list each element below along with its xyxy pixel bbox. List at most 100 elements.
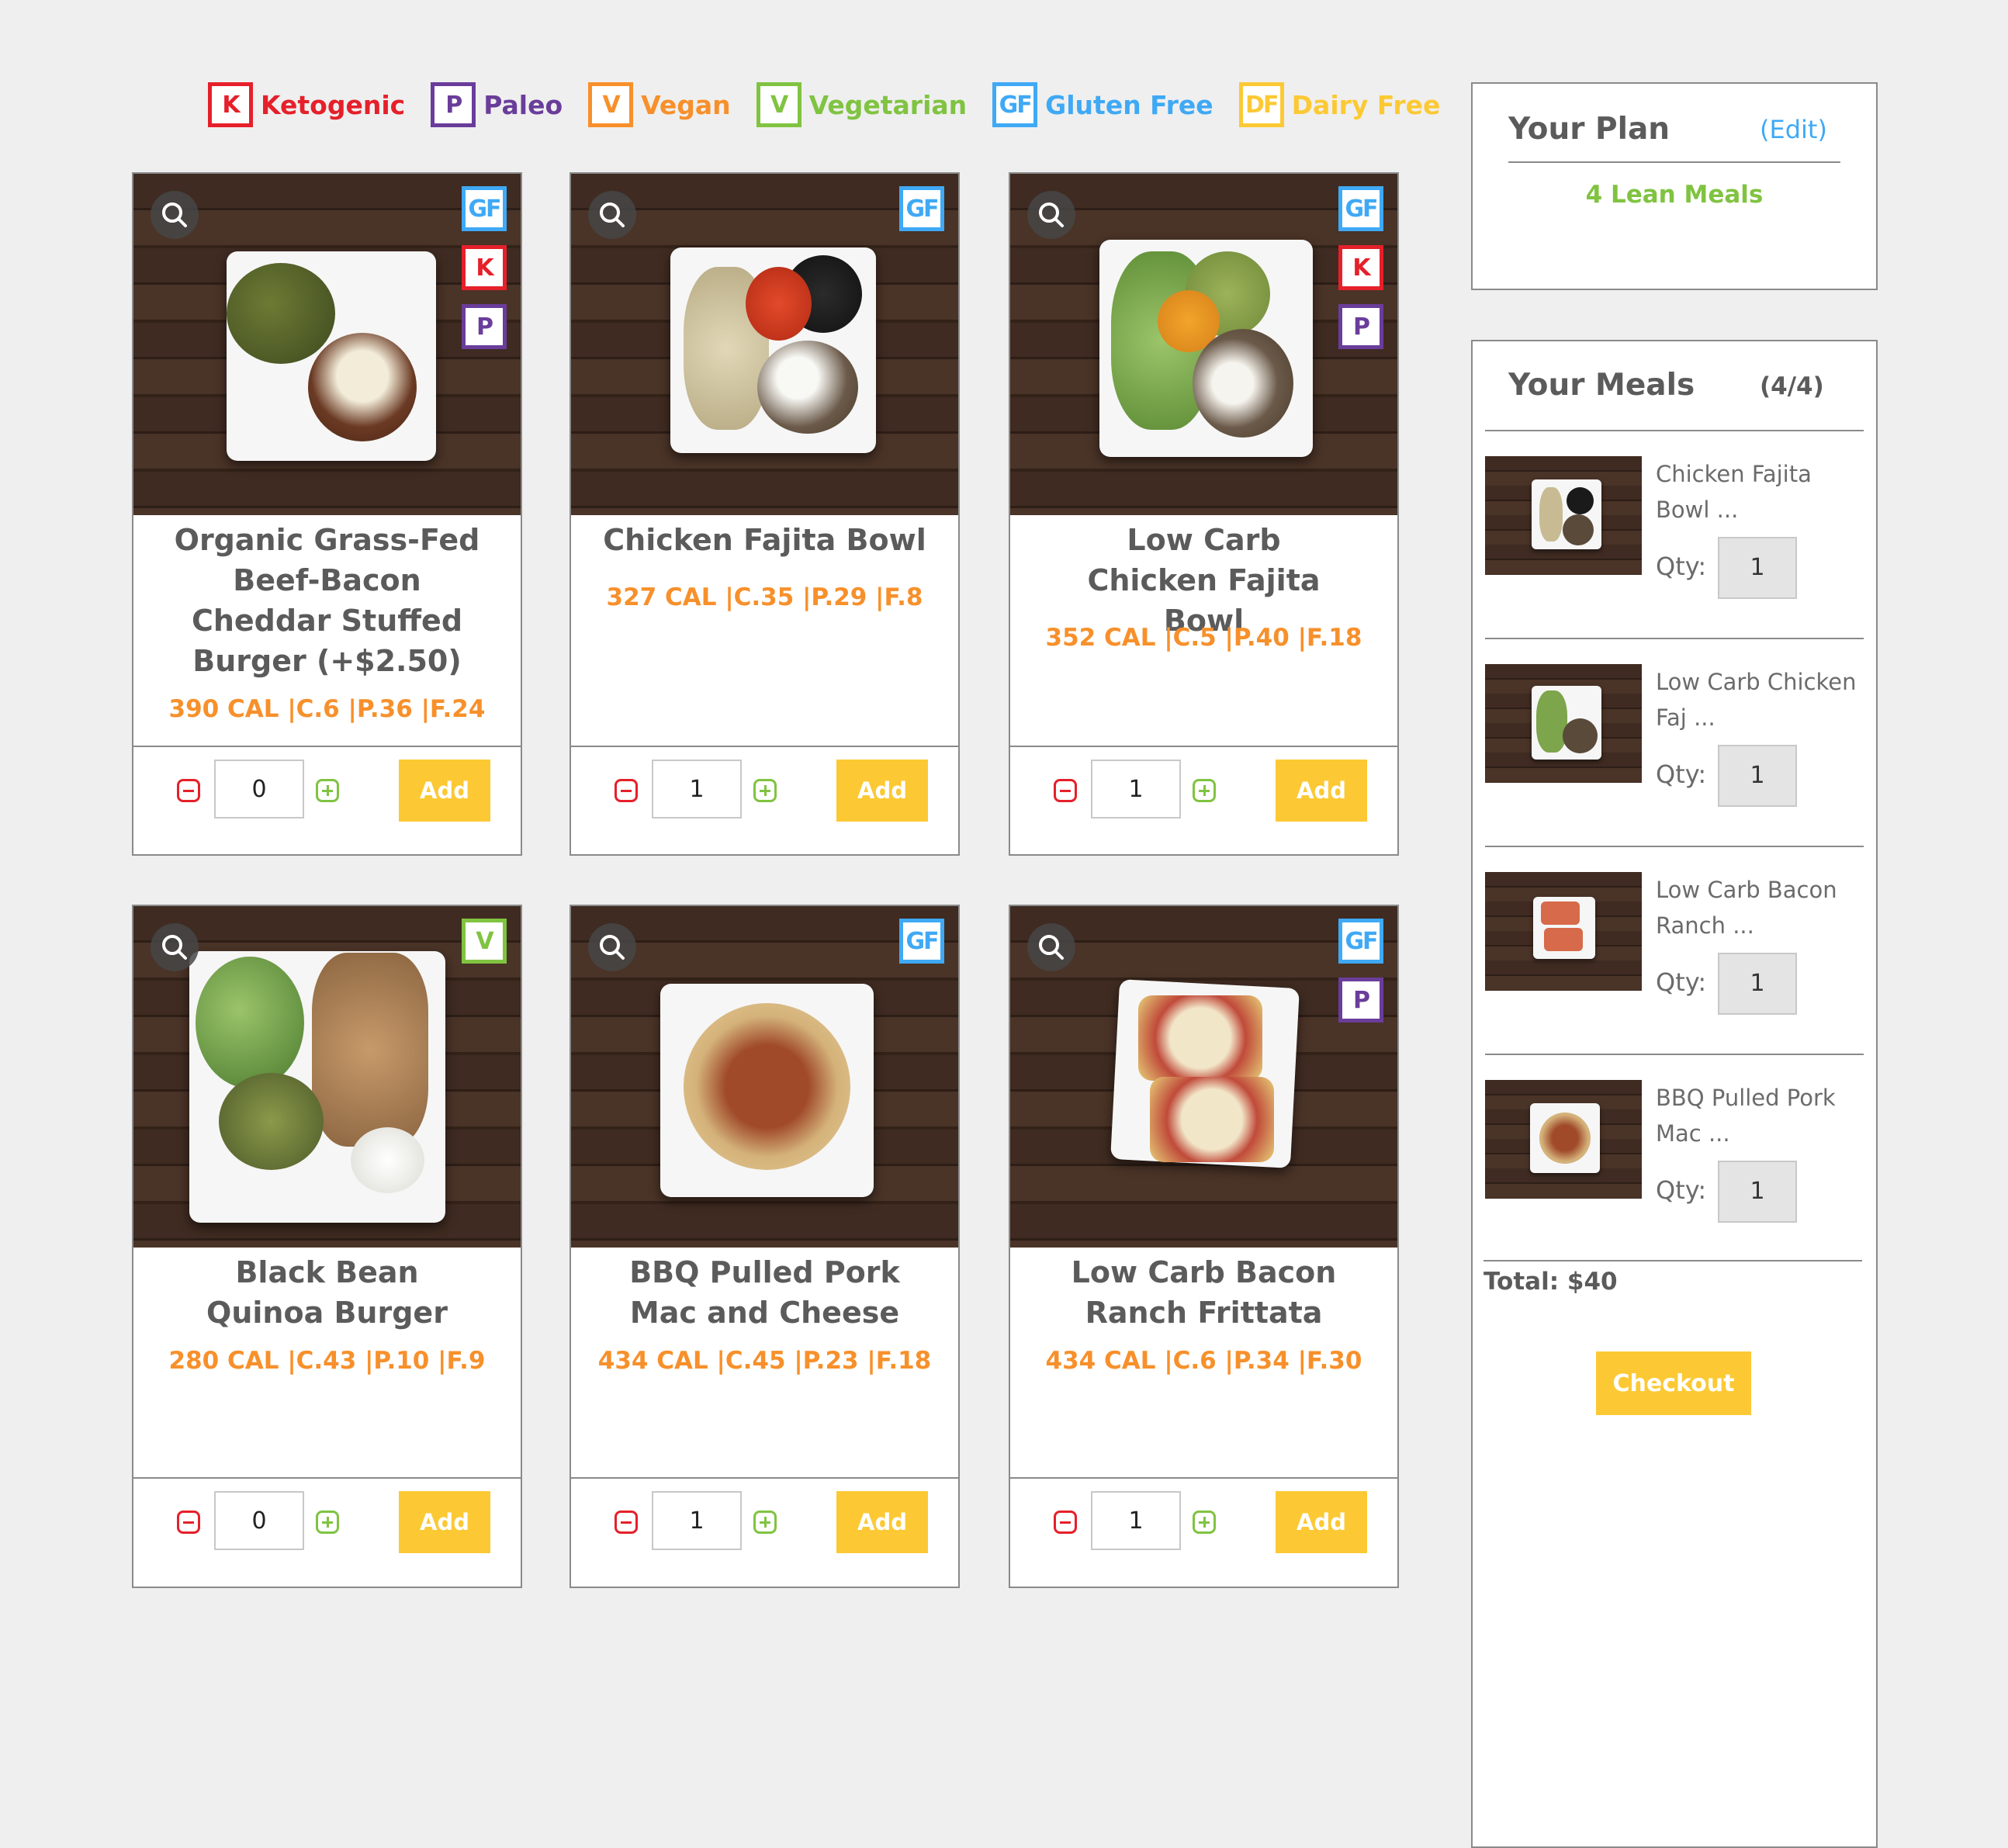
meal-macros: 434 CAL |C.6 |P.34 |F.30: [1045, 1347, 1362, 1375]
gluten-free-badge-icon: GF: [899, 919, 944, 964]
zoom-icon[interactable]: [1027, 191, 1075, 239]
qty-label: Qty:: [1656, 967, 1707, 997]
meal-macros: 434 CAL |C.45 |P.23 |F.18: [597, 1347, 932, 1375]
meal-macros: 352 CAL |C.5 |P.40 |F.18: [1045, 624, 1362, 652]
decrement-icon[interactable]: [1054, 779, 1077, 802]
increment-icon[interactable]: [316, 779, 339, 802]
meal-card-bacon-ranch-frittata: GF P Low Carb Bacon Ranch Frittata 434 C…: [1009, 905, 1399, 1588]
diet-badges: GF K P: [1338, 186, 1383, 363]
cart-qty-field[interactable]: 1: [1718, 953, 1797, 1015]
meal-card-bbq-pulled-pork-mac: GF BBQ Pulled Pork Mac and Cheese 434 CA…: [570, 905, 960, 1588]
legend-label: Dairy Free: [1291, 89, 1441, 120]
decrement-icon[interactable]: [1054, 1511, 1077, 1534]
meal-photo[interactable]: GF P: [1010, 906, 1397, 1248]
paleo-badge-icon: P: [431, 82, 476, 127]
add-button[interactable]: Add: [1276, 760, 1367, 822]
diet-badges: V: [462, 919, 507, 978]
diet-badges: GF P: [1338, 919, 1383, 1036]
legend-item-vegetarian: V Vegetarian: [756, 82, 967, 127]
zoom-icon[interactable]: [588, 923, 636, 971]
meal-card-black-bean-quinoa-burger: V Black Bean Quinoa Burger 280 CAL |C.43…: [132, 905, 522, 1588]
meal-macros: 327 CAL |C.35 |P.29 |F.8: [606, 583, 923, 611]
decrement-icon[interactable]: [615, 1511, 638, 1534]
meal-photo[interactable]: GF: [571, 174, 958, 515]
add-button[interactable]: Add: [836, 1491, 928, 1553]
decrement-icon[interactable]: [177, 779, 200, 802]
cart-qty-value: 1: [1750, 554, 1765, 581]
zoom-icon[interactable]: [1027, 923, 1075, 971]
quantity-controls: Add: [133, 746, 521, 854]
cart-divider: [1485, 1054, 1864, 1055]
meal-photo[interactable]: GF K P: [1010, 174, 1397, 515]
vegan-badge-icon: V: [588, 82, 634, 127]
cart-qty-value: 1: [1750, 1178, 1765, 1205]
cart-item: Low Carb Chicken Faj ... Qty: 1: [1473, 664, 1876, 866]
quantity-input[interactable]: [214, 1491, 304, 1550]
cart-item-name: Chicken Fajita Bowl ...: [1656, 461, 1812, 523]
gluten-free-badge-icon: GF: [1338, 919, 1383, 964]
gluten-free-badge-icon: GF: [899, 186, 944, 231]
your-meals-panel: Your Meals (4/4) Chicken Fajita Bowl ...…: [1471, 340, 1878, 1848]
quantity-input[interactable]: [1091, 760, 1181, 818]
cart-item-thumbnail: [1485, 1080, 1642, 1199]
your-plan-panel: Your Plan (Edit) 4 Lean Meals: [1471, 82, 1878, 290]
cart-qty-field[interactable]: 1: [1718, 745, 1797, 807]
cart-total: Total: $40: [1483, 1268, 1618, 1296]
cart-item-name: BBQ Pulled Pork Mac ...: [1656, 1085, 1836, 1147]
quantity-controls: Add: [133, 1477, 521, 1587]
cart-item-thumbnail: [1485, 456, 1642, 575]
cart-divider: [1485, 846, 1864, 847]
increment-icon[interactable]: [316, 1511, 339, 1534]
paleo-badge-icon: P: [462, 304, 507, 349]
add-button[interactable]: Add: [399, 760, 490, 822]
cart-item-thumbnail: [1485, 664, 1642, 783]
ketogenic-badge-icon: K: [1338, 245, 1383, 290]
meal-photo[interactable]: GF K P: [133, 174, 521, 515]
cart-qty-field[interactable]: 1: [1718, 1161, 1797, 1223]
meal-photo[interactable]: GF: [571, 906, 958, 1248]
quantity-input[interactable]: [652, 1491, 742, 1550]
meals-count: (4/4): [1760, 372, 1824, 400]
checkout-button[interactable]: Checkout: [1596, 1351, 1751, 1415]
cart-qty-field[interactable]: 1: [1718, 537, 1797, 599]
edit-plan-link[interactable]: (Edit): [1760, 115, 1827, 144]
legend-item-dairy-free: DF Dairy Free: [1238, 82, 1441, 127]
add-button[interactable]: Add: [1276, 1491, 1367, 1553]
decrement-icon[interactable]: [615, 779, 638, 802]
meal-name: Black Bean Quinoa Burger: [206, 1255, 448, 1330]
add-button[interactable]: Add: [836, 760, 928, 822]
cart-item: Chicken Fajita Bowl ... Qty: 1: [1473, 456, 1876, 658]
increment-icon[interactable]: [753, 1511, 777, 1534]
increment-icon[interactable]: [753, 779, 777, 802]
gluten-free-badge-icon: GF: [1338, 186, 1383, 231]
legend-label: Vegan: [641, 89, 731, 120]
meals-divider: [1485, 430, 1864, 431]
meal-photo[interactable]: V: [133, 906, 521, 1248]
increment-icon[interactable]: [1193, 1511, 1216, 1534]
meal-name: Chicken Fajita Bowl: [603, 523, 926, 557]
cart-item-name: Low Carb Bacon Ranch ...: [1656, 877, 1837, 939]
increment-icon[interactable]: [1193, 779, 1216, 802]
quantity-input[interactable]: [652, 760, 742, 818]
decrement-icon[interactable]: [177, 1511, 200, 1534]
quantity-controls: Add: [571, 1477, 958, 1587]
meal-card-beef-bacon-burger: GF K P Organic Grass-Fed Beef-Bacon Ched…: [132, 172, 522, 856]
vegetarian-badge-icon: V: [462, 919, 507, 964]
meals-title: Your Meals: [1508, 368, 1695, 403]
zoom-icon[interactable]: [588, 191, 636, 239]
zoom-icon[interactable]: [151, 191, 199, 239]
dairy-free-badge-icon: DF: [1238, 82, 1284, 127]
quantity-input[interactable]: [1091, 1491, 1181, 1550]
cart-item: BBQ Pulled Pork Mac ... Qty: 1: [1473, 1080, 1876, 1282]
cart-qty-value: 1: [1750, 762, 1765, 789]
qty-label: Qty:: [1656, 1175, 1707, 1205]
zoom-icon[interactable]: [151, 923, 199, 971]
ketogenic-badge-icon: K: [462, 245, 507, 290]
qty-label: Qty:: [1656, 760, 1707, 789]
add-button[interactable]: Add: [399, 1491, 490, 1553]
meal-name: Low Carb Chicken Fajita Bowl: [1087, 523, 1321, 638]
qty-label: Qty:: [1656, 552, 1707, 581]
quantity-input[interactable]: [214, 760, 304, 818]
meal-card-chicken-fajita-bowl: GF Chicken Fajita Bowl 327 CAL |C.35 |P.…: [570, 172, 960, 856]
diet-badges: GF: [899, 186, 944, 245]
